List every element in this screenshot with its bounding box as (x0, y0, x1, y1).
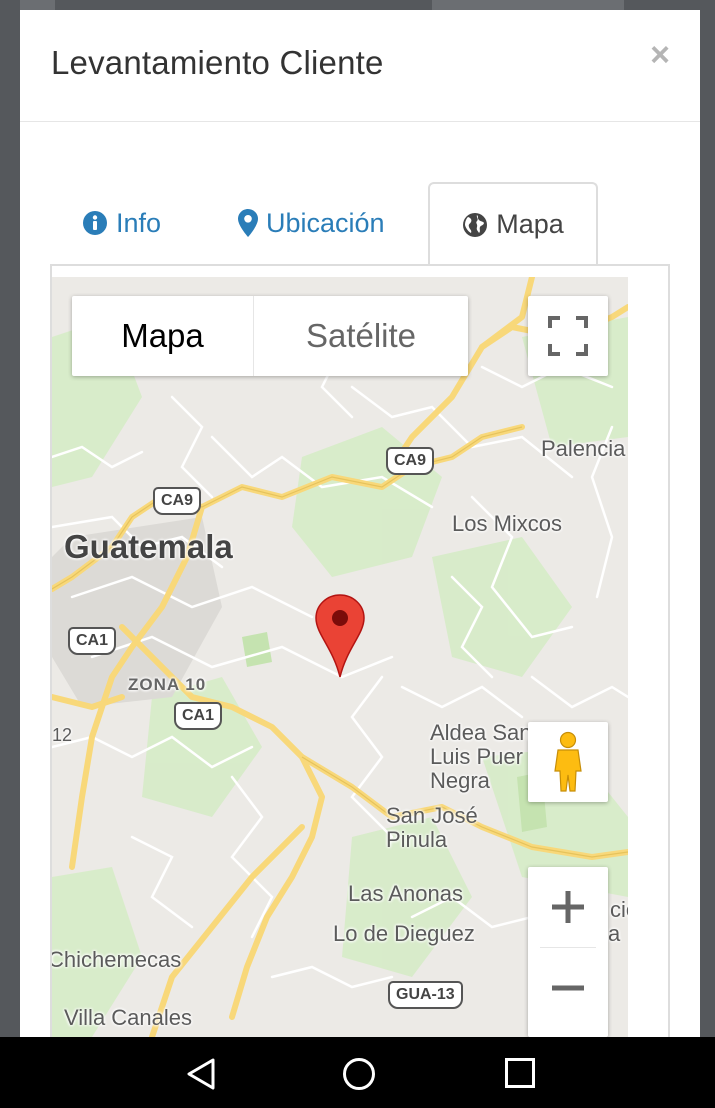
route-shield-ca1: CA1 (174, 702, 223, 730)
street-view-pegman-button[interactable] (528, 722, 608, 802)
map-marker-icon (238, 209, 258, 237)
city-label: Guatemala (64, 528, 233, 565)
location-marker-icon[interactable] (314, 593, 366, 679)
place-label: Lo de Dieguez (333, 921, 475, 946)
minus-icon (552, 985, 584, 991)
info-circle-icon (83, 211, 107, 235)
fullscreen-icon (548, 316, 588, 356)
pegman-icon (554, 731, 582, 792)
android-navigation-bar (0, 1037, 715, 1108)
fullscreen-button[interactable] (528, 296, 608, 376)
place-label: Las Anonas (348, 881, 463, 906)
recents-icon[interactable] (504, 1057, 536, 1089)
tab-mapa-label: Mapa (496, 209, 564, 239)
tab-bar: Info Ubicación Mapa (50, 182, 670, 265)
zone-label: ZONA 10 (128, 675, 207, 694)
tab-info-label: Info (116, 207, 162, 238)
tab-ubicacion[interactable]: Ubicación (238, 182, 385, 264)
close-button[interactable]: × (650, 38, 670, 72)
home-icon[interactable] (342, 1057, 376, 1091)
place-label: Chichemecas (52, 947, 182, 972)
place-label: 12 (52, 725, 73, 745)
tab-ubicacion-label: Ubicación (266, 207, 385, 238)
zoom-in-button[interactable] (528, 867, 608, 947)
route-shield-ca1: CA1 (68, 627, 117, 655)
place-label: Aldea San Luis Puer Negra (430, 720, 532, 793)
map-type-control: Mapa Satélite (72, 296, 468, 376)
back-icon[interactable] (185, 1057, 217, 1091)
zoom-out-button[interactable] (528, 948, 608, 1028)
tab-mapa[interactable]: Mapa (428, 182, 598, 265)
route-shield-gua13: GUA-13 (388, 981, 463, 1009)
modal-header: Levantamiento Cliente × (20, 10, 700, 122)
place-label: Villa Canales (64, 1005, 193, 1030)
place-label: San José Pinula (386, 803, 478, 852)
place-label: Palencia (541, 436, 626, 461)
map-type-satellite-button[interactable]: Satélite (254, 296, 468, 376)
modal-title: Levantamiento Cliente (51, 44, 384, 81)
plus-icon (552, 891, 584, 923)
route-shield-ca9: CA9 (386, 447, 435, 475)
place-label: Los Mixcos (452, 511, 563, 536)
map-type-map-button[interactable]: Mapa (72, 296, 254, 376)
globe-icon (463, 212, 488, 237)
map-canvas[interactable]: Palencia Los Mixcos Guatemala ZONA 10 12… (52, 277, 628, 1037)
place-label: a (608, 921, 621, 946)
route-shield-ca9: CA9 (153, 487, 202, 515)
zoom-control (528, 867, 608, 1037)
place-label: cio (610, 897, 628, 922)
tab-info[interactable]: Info (82, 182, 161, 264)
